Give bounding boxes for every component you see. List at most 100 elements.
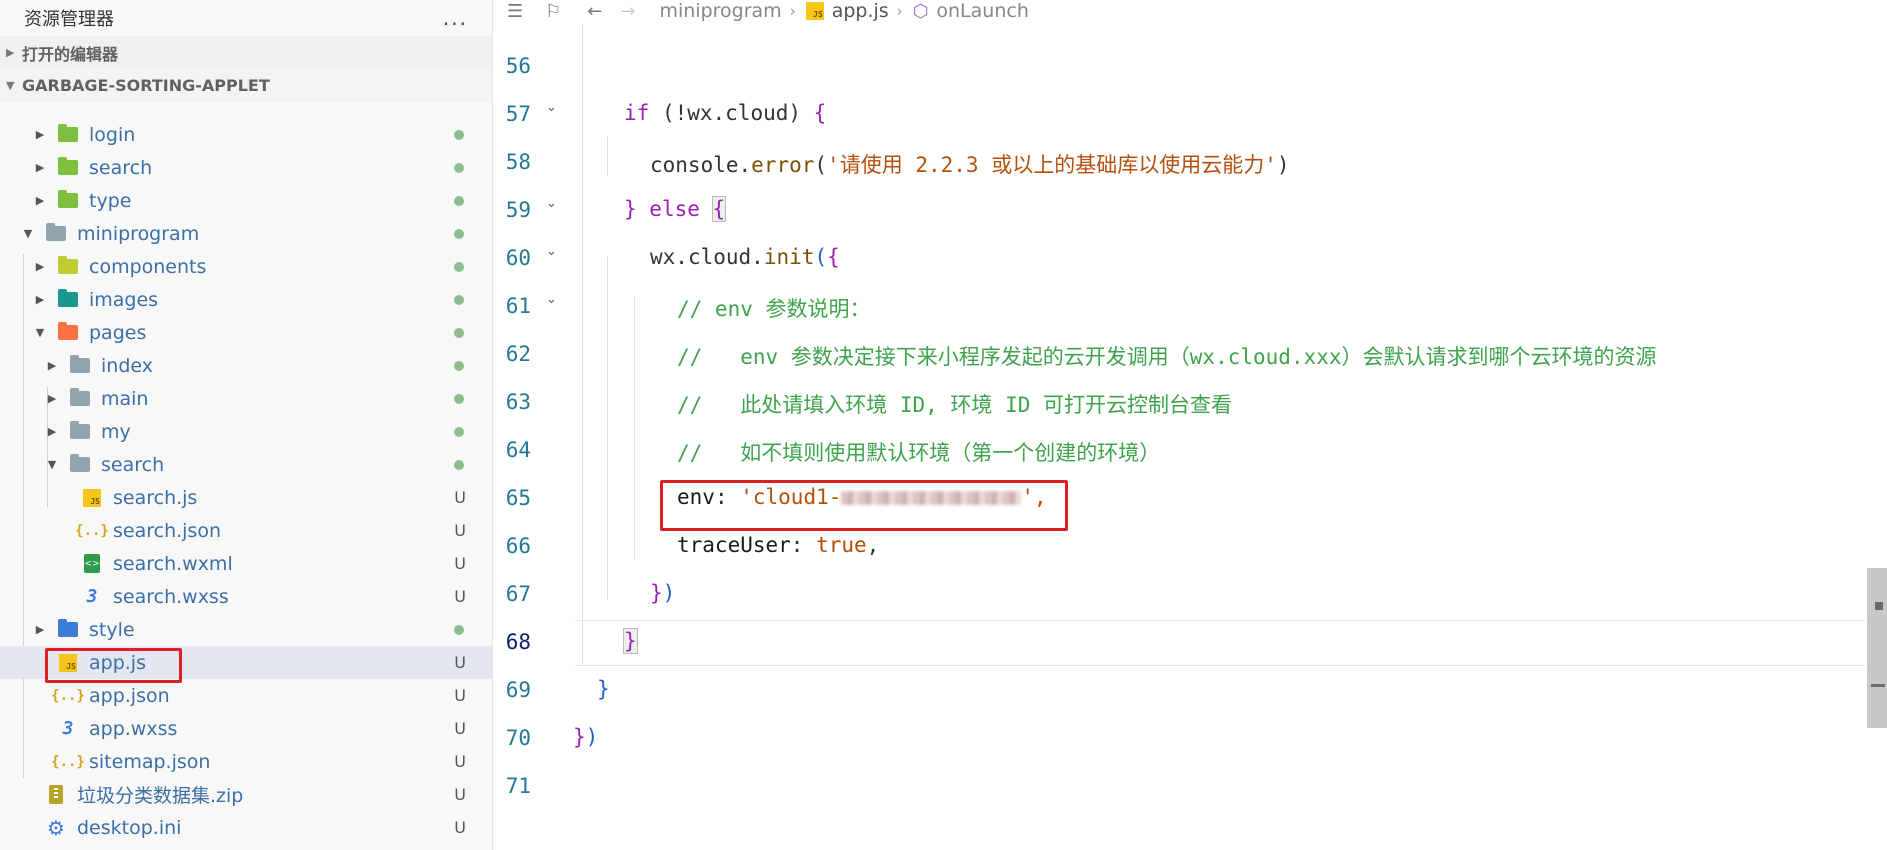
breadcrumb-symbol[interactable]: ⬡ onLaunch [913, 0, 1029, 22]
code-text: wx.cloud.init({ [650, 245, 840, 269]
chevron-down-icon[interactable]: ⌄ [546, 292, 557, 307]
js-file-icon: JS [805, 2, 824, 20]
tree-item-my[interactable]: ▶ my [0, 415, 492, 448]
tree-item-label: search.wxml [113, 552, 233, 575]
tree-item-search-wxml[interactable]: <> search.wxml U [0, 547, 492, 580]
code-text: traceUser: true, [677, 533, 880, 557]
tree-item-label: app.wxss [89, 717, 178, 740]
scrollbar-thumb[interactable] [1867, 568, 1887, 728]
folder-images-icon [57, 289, 79, 310]
code-line: 59 ⌄ } else { [493, 188, 1887, 236]
code-text: } [623, 628, 638, 654]
back-arrow-icon[interactable]: ← [587, 1, 602, 22]
git-status-untracked: U [454, 521, 466, 540]
code-line: 66 traceUser: true, [493, 524, 1887, 572]
code-line: 57 ⌄ if (!wx.cloud) { [493, 92, 1887, 140]
status-dot [454, 393, 464, 404]
explorer-header: 资源管理器 ... [0, 0, 492, 36]
breadcrumb: ☰ ⚐ ← → miniprogram › JS app.js › ⬡ onLa… [493, 0, 1887, 22]
tree-item-type[interactable]: ▶ type [0, 184, 492, 217]
tree-item-label: 垃圾分类数据集.zip [77, 785, 244, 807]
forward-arrow-icon[interactable]: → [620, 1, 635, 22]
explorer-panel: 资源管理器 ... ▶ 打开的编辑器 ▼ GARBAGE-SORTING-APP… [0, 0, 493, 850]
tree-item-label: search.js [113, 486, 198, 509]
tree-item-login[interactable]: ▶ login [0, 118, 492, 151]
line-number: 57 [505, 102, 531, 126]
git-status-untracked: U [454, 653, 466, 672]
tree-item-desktop-ini[interactable]: ⚙ desktop.ini U [0, 811, 492, 844]
chevron-right-icon: ▶ [35, 194, 45, 207]
code-text: } else { [624, 196, 727, 222]
tree-item-label: pages [89, 321, 147, 344]
tree-item-search-json[interactable]: {..} search.json U [0, 514, 492, 547]
list-icon[interactable]: ☰ [507, 1, 523, 22]
status-dot [454, 129, 464, 140]
more-actions-button[interactable]: ... [443, 6, 468, 30]
project-label: GARBAGE-SORTING-APPLET [22, 76, 270, 95]
git-status-untracked: U [454, 488, 466, 507]
open-editors-section[interactable]: ▶ 打开的编辑器 [0, 36, 492, 69]
chevron-right-icon: › [896, 2, 903, 20]
breadcrumb-file[interactable]: JS app.js [805, 0, 889, 22]
status-dot [454, 195, 464, 206]
tree-item-miniprogram[interactable]: ▼ miniprogram [0, 217, 492, 250]
tree-item-pages[interactable]: ▼ pages [0, 316, 492, 349]
chevron-right-icon: › [789, 2, 796, 20]
wxml-file-icon: <> [81, 554, 103, 574]
tree-item-label: desktop.ini [77, 816, 182, 839]
code-comment: // env 参数决定接下来小程序发起的云开发调用（wx.cloud.xxx）会… [677, 345, 1657, 369]
file-tree: ▶ login ▶ search ▶ type ▼ miniprogram ▶ … [0, 118, 492, 850]
code-editor[interactable]: ☰ ⚐ ← → miniprogram › JS app.js › ⬡ onLa… [493, 0, 1887, 850]
code-text: }) [573, 725, 599, 749]
tree-item-search[interactable]: ▶ search [0, 151, 492, 184]
folder-green-icon [57, 124, 79, 145]
chevron-down-icon: ▼ [6, 79, 15, 92]
tree-item-label: search [89, 156, 153, 179]
git-status-untracked: U [454, 554, 466, 573]
tree-item-search-wxss[interactable]: 3 search.wxss U [0, 580, 492, 613]
line-number: 56 [505, 54, 531, 78]
tree-item-label: app.json [89, 684, 170, 707]
chevron-down-icon[interactable]: ⌄ [546, 196, 557, 211]
folder-open-icon [45, 223, 67, 244]
tree-item-images[interactable]: ▶ images [0, 283, 492, 316]
code-line: 60 ⌄ wx.cloud.init({ [493, 236, 1887, 284]
line-number: 64 [505, 438, 531, 462]
status-dot [454, 327, 464, 338]
tree-item-main[interactable]: ▶ main [0, 382, 492, 415]
tree-item-components[interactable]: ▶ components [0, 250, 492, 283]
chevron-right-icon: ▶ [35, 293, 45, 306]
project-section[interactable]: ▼ GARBAGE-SORTING-APPLET [0, 69, 492, 102]
open-editors-label: 打开的编辑器 [22, 44, 119, 64]
tree-item-search-folder[interactable]: ▼ search [0, 448, 492, 481]
git-status-untracked: U [454, 752, 466, 771]
tree-item-sitemap-json[interactable]: {..} sitemap.json U [0, 745, 492, 778]
chevron-down-icon[interactable]: ⌄ [546, 100, 557, 115]
tree-item-style[interactable]: ▶ style [0, 613, 492, 646]
tree-item-search-js[interactable]: JS search.js U [0, 481, 492, 514]
line-number: 61 [505, 294, 531, 318]
status-dot [454, 426, 464, 437]
git-status-untracked: U [454, 587, 466, 606]
code-comment: // 此处请填入环境 ID, 环境 ID 可打开云控制台查看 [677, 393, 1233, 417]
folder-icon [69, 388, 91, 409]
tree-item-label: search [101, 453, 165, 476]
tree-item-app-wxss[interactable]: 3 app.wxss U [0, 712, 492, 745]
status-dot [454, 360, 464, 371]
chevron-down-icon[interactable]: ⌄ [546, 244, 557, 259]
zip-file-icon [45, 785, 67, 805]
tree-item-label: type [89, 189, 132, 212]
chevron-right-icon: ▶ [47, 392, 57, 405]
tree-item-label: my [101, 420, 131, 443]
git-status-untracked: U [454, 818, 466, 837]
line-number: 65 [505, 486, 531, 510]
bookmark-icon[interactable]: ⚐ [545, 1, 561, 22]
json-file-icon: {..} [75, 522, 109, 539]
breadcrumb-folder[interactable]: miniprogram [659, 0, 781, 22]
status-dot [454, 228, 464, 239]
tree-item-app-json[interactable]: {..} app.json U [0, 679, 492, 712]
tree-item-zip[interactable]: 垃圾分类数据集.zip U [0, 778, 492, 811]
status-dot [454, 261, 464, 272]
code-line: 62 // env 参数决定接下来小程序发起的云开发调用（wx.cloud.xx… [493, 332, 1887, 380]
tree-item-index[interactable]: ▶ index [0, 349, 492, 382]
